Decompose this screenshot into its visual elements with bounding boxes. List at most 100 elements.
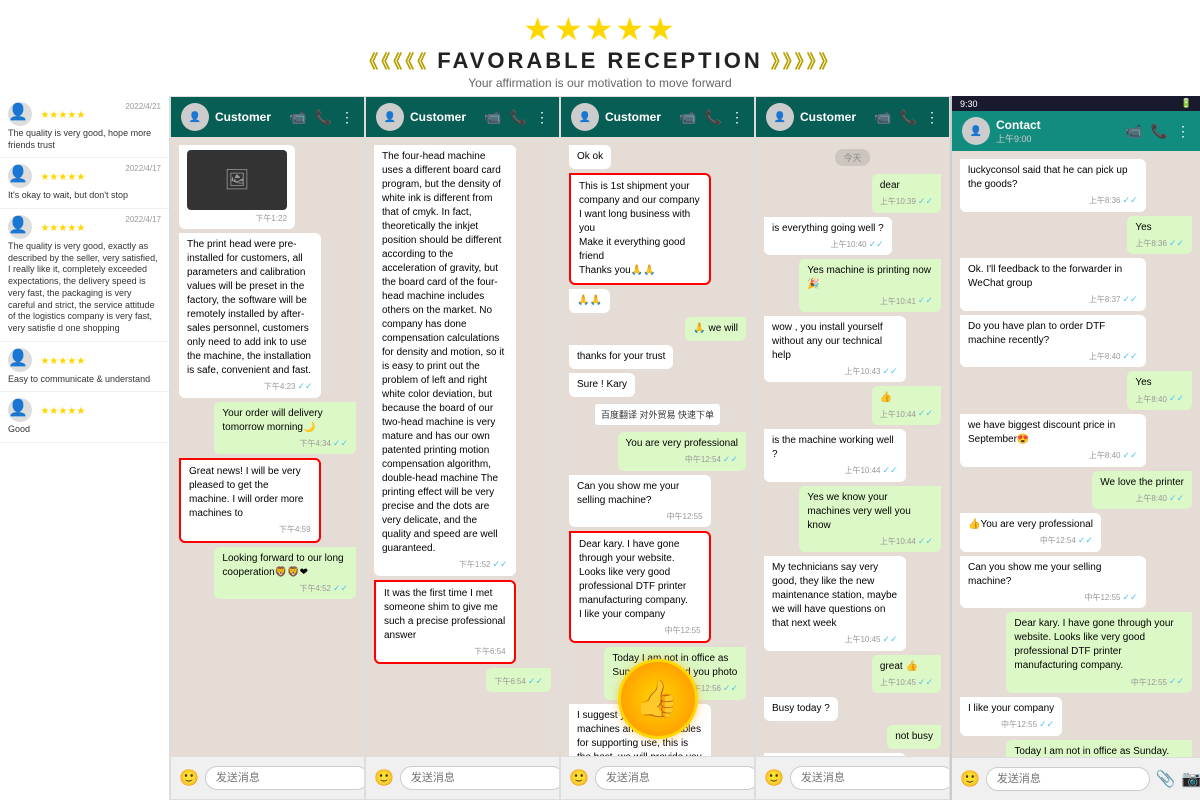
more-icon[interactable]: ⋮ — [340, 109, 354, 126]
messages-4: 今天dear上午10:39✓✓is everything going well … — [756, 137, 949, 756]
message-time: 上午10:45 — [880, 677, 916, 688]
message-time: 上午10:44 — [880, 536, 916, 547]
message-time: 上午10:41 — [880, 296, 916, 307]
header-icons-4[interactable]: 📹 📞 ⋮ — [874, 109, 939, 126]
read-ticks: ✓✓ — [1169, 237, 1184, 250]
chat-message: luckyconsol said that he can pick up the… — [960, 159, 1146, 212]
message-bubble: not busy — [887, 725, 941, 749]
message-input-4[interactable] — [790, 766, 950, 790]
message-time: 上午8:40 — [1135, 394, 1167, 405]
page-title: 《《《《《 FAVORABLE RECEPTION 》》》》》 — [0, 48, 1200, 74]
message-bubble: Can you show me your selling machine?中午1… — [569, 475, 711, 527]
subtitle-text: Your affirmation is our motivation to mo… — [0, 76, 1200, 90]
message-bubble: Dear kary. I have gone through your webs… — [1006, 612, 1192, 693]
header-icons-3[interactable]: 📹 📞 ⋮ — [679, 109, 744, 126]
thumbs-up-icon: 👍 — [618, 659, 698, 739]
call-icon-5[interactable]: 📞 — [1151, 123, 1168, 140]
chat-message: 🙏 we will — [685, 317, 746, 341]
message-bubble: You are very professional中午12:54✓✓ — [618, 432, 746, 471]
chat-message: thanks for your trust — [569, 345, 673, 369]
reviewer-avatar: 👤 — [8, 215, 32, 239]
read-ticks: ✓✓ — [1169, 392, 1184, 405]
video-icon-2[interactable]: 📹 — [484, 109, 501, 126]
message-time: 下午1:52 — [459, 559, 491, 570]
header-icons-2[interactable]: 📹 📞 ⋮ — [484, 109, 549, 126]
read-ticks: ✓✓ — [918, 294, 933, 307]
status-bar: 9:30 🔋 — [952, 96, 1200, 111]
header-icons-5[interactable]: 📹 📞 ⋮ — [1125, 123, 1190, 140]
attach-icon-5[interactable]: 📎 — [1156, 769, 1176, 789]
review-stars: ★★★★★ — [40, 223, 85, 234]
message-bubble: is everything going well ?上午10:40✓✓ — [764, 217, 892, 256]
call-icon[interactable]: 📞 — [315, 109, 332, 126]
input-bar-3: 🙂 📎 📷 🎤 — [561, 756, 754, 799]
message-time: 下午1:22 — [255, 213, 287, 224]
image-placeholder: 🖼 — [187, 150, 287, 210]
chat-message: Yes we know your machines very well you … — [799, 486, 941, 553]
emoji-icon-2[interactable]: 🙂 — [374, 768, 394, 788]
message-input-3[interactable] — [595, 766, 755, 790]
read-ticks: ✓✓ — [528, 675, 543, 688]
reviewer-avatar: 👤 — [8, 102, 32, 126]
review-stars: ★★★★★ — [40, 406, 85, 417]
emoji-icon-3[interactable]: 🙂 — [569, 768, 589, 788]
more-icon-5[interactable]: ⋮ — [1176, 123, 1190, 140]
header-icons-1[interactable]: 📹 📞 ⋮ — [289, 109, 354, 126]
message-input-5[interactable] — [986, 767, 1150, 791]
message-input-2[interactable] — [400, 766, 560, 790]
message-bubble: 🖼 下午1:22 — [179, 145, 295, 229]
message-input-1[interactable] — [205, 766, 365, 790]
video-icon-5[interactable]: 📹 — [1125, 123, 1142, 140]
review-date: 2022/4/17 — [125, 164, 161, 173]
emoji-icon-5[interactable]: 🙂 — [960, 769, 980, 789]
contact-name-1: Customer — [215, 110, 271, 124]
reviewer-avatar: 👤 — [8, 348, 32, 372]
read-ticks: ✓✓ — [918, 676, 933, 689]
read-ticks: ✓✓ — [1123, 293, 1138, 306]
contact-name-3: Customer — [605, 110, 661, 124]
video-icon-3[interactable]: 📹 — [679, 109, 696, 126]
right-arrows-icon: 》》》》》 — [771, 48, 840, 74]
chat-message: 下午6:54✓✓ — [486, 668, 551, 693]
video-icon-4[interactable]: 📹 — [874, 109, 891, 126]
input-bar-2: 🙂 📎 📷 🎤 — [366, 756, 559, 799]
review-date: 2022/4/17 — [125, 215, 161, 224]
read-ticks: ✓✓ — [1169, 492, 1184, 505]
chat-message: The four-head machine uses a different b… — [374, 145, 516, 576]
read-ticks: ✓✓ — [333, 437, 348, 450]
more-icon-2[interactable]: ⋮ — [535, 109, 549, 126]
message-time: 中午12:55 — [1001, 719, 1037, 730]
chat-panel-1: 👤 Customer 📹 📞 ⋮ 🖼下午1:22The print head w… — [170, 96, 365, 800]
read-ticks: ✓✓ — [1123, 591, 1138, 604]
emoji-icon-4[interactable]: 🙂 — [764, 768, 784, 788]
message-bubble: The four-head machine uses a different b… — [374, 145, 516, 576]
chat-message: How is your exhibition going, are our ma… — [764, 753, 906, 756]
call-icon-3[interactable]: 📞 — [705, 109, 722, 126]
more-icon-3[interactable]: ⋮ — [730, 109, 744, 126]
chat-message: wow , you install yourself without any o… — [764, 316, 906, 383]
emoji-icon-1[interactable]: 🙂 — [179, 768, 199, 788]
chat-panel-2: 👤 Customer 📹 📞 ⋮ The four-head machine u… — [365, 96, 560, 800]
review-item: 👤 ★★★★★ 2022/4/17 It's okay to wait, but… — [0, 158, 169, 209]
camera-icon-5[interactable]: 📷 — [1182, 769, 1200, 789]
call-icon-4[interactable]: 📞 — [900, 109, 917, 126]
title-text: FAVORABLE RECEPTION — [437, 48, 763, 74]
chat-header-3: 👤 Customer 📹 📞 ⋮ — [561, 97, 754, 137]
message-bubble: Yes上午8:36✓✓ — [1127, 216, 1192, 255]
message-time: 下午4:52 — [299, 583, 331, 594]
video-icon[interactable]: 📹 — [289, 109, 306, 126]
input-bar-1: 🙂 📎 📷 🎤 — [171, 756, 364, 799]
more-icon-4[interactable]: ⋮ — [925, 109, 939, 126]
call-icon-2[interactable]: 📞 — [510, 109, 527, 126]
time-display: 9:30 — [960, 99, 978, 109]
toolbar-row: 百度翻译 对外贸易 快速下单 — [594, 403, 721, 426]
chat-message: is everything going well ?上午10:40✓✓ — [764, 217, 892, 256]
message-bubble: Yes上午8:40✓✓ — [1127, 371, 1192, 410]
message-time: 上午10:44 — [880, 409, 916, 420]
messages-2: The four-head machine uses a different b… — [366, 137, 559, 756]
review-date: 2022/4/21 — [125, 102, 161, 111]
chat-panel-3: 👤 Customer 📹 📞 ⋮ Ok okThis is 1st shipme… — [560, 96, 755, 800]
review-stars: ★★★★★ — [40, 110, 85, 121]
messages-5: luckyconsol said that he can pick up the… — [952, 151, 1200, 757]
chat-header-5: 👤 Contact 上午9:00 📹 📞 ⋮ — [952, 111, 1200, 151]
